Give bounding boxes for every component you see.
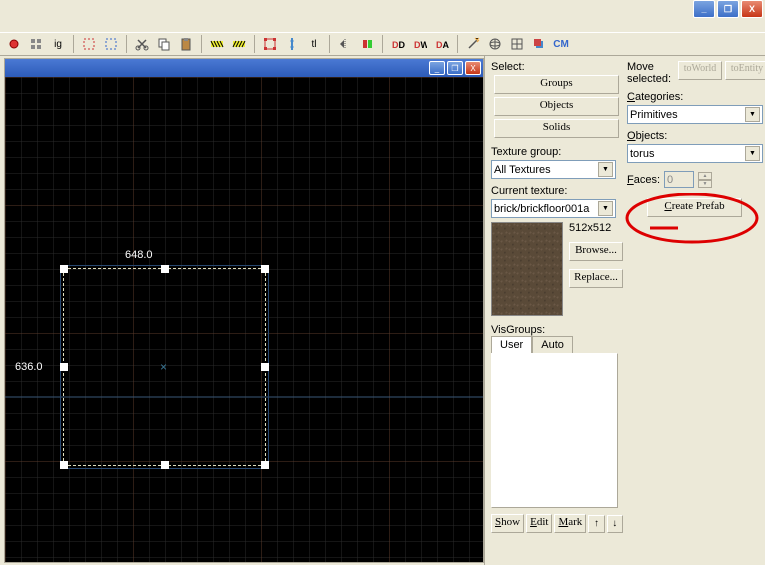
- tab-auto[interactable]: Auto: [532, 336, 573, 353]
- visgroups-tabs: User Auto: [491, 336, 623, 353]
- height-dimension-label: 636.0: [15, 361, 43, 373]
- faces-spinner[interactable]: ▲▼: [698, 172, 712, 188]
- tool-grid-icon[interactable]: [507, 34, 527, 54]
- current-texture-dropdown[interactable]: brick/brickfloor001a ▼: [491, 199, 616, 218]
- center-cross-icon: ×: [160, 360, 167, 374]
- current-texture-label: Current texture:: [491, 185, 623, 197]
- tool-displacement-a-icon[interactable]: DA: [432, 34, 452, 54]
- tool-th-icon[interactable]: [26, 34, 46, 54]
- categories-value: Primitives: [630, 109, 678, 121]
- visgroups-label: VisGroups:: [491, 324, 623, 336]
- browse-texture-button[interactable]: Browse...: [569, 242, 623, 261]
- tool-bound-icon[interactable]: [260, 34, 280, 54]
- move-up-button[interactable]: ↑: [588, 515, 604, 533]
- mark-button[interactable]: Mark: [554, 514, 586, 533]
- faces-label: Faces:: [627, 174, 660, 186]
- create-prefab-button[interactable]: Create Prefab: [647, 198, 742, 217]
- categories-label: Categories:: [627, 91, 765, 103]
- texture-group-dropdown[interactable]: All Textures ▼: [491, 160, 616, 179]
- viewport-titlebar: _ ❐ X: [5, 59, 483, 77]
- tool-copy-icon[interactable]: [154, 34, 174, 54]
- dropdown-arrow-icon: ▼: [598, 201, 613, 216]
- tool-cut-icon[interactable]: [132, 34, 152, 54]
- window-close-button[interactable]: X: [741, 0, 763, 18]
- window-minimize-button[interactable]: _: [693, 0, 715, 18]
- objects-dropdown-label: Objects:: [627, 130, 765, 142]
- objects-dropdown[interactable]: torus ▼: [627, 144, 763, 163]
- objects-value: torus: [630, 148, 654, 160]
- select-label: Select:: [491, 61, 623, 73]
- tool-dashed-blue-icon[interactable]: [101, 34, 121, 54]
- handle-middle-left[interactable]: [60, 363, 68, 371]
- tool-paste-icon[interactable]: [176, 34, 196, 54]
- texture-preview: [491, 222, 563, 316]
- move-selected-label: Moveselected:: [627, 61, 675, 85]
- toentity-button[interactable]: toEntity: [725, 61, 765, 80]
- tool-dashed-select-icon[interactable]: [79, 34, 99, 54]
- handle-bottom-right[interactable]: [261, 461, 269, 469]
- move-down-button[interactable]: ↓: [607, 515, 623, 533]
- menubar-strip: [0, 20, 765, 26]
- tab-user[interactable]: User: [491, 336, 532, 353]
- select-solids-button[interactable]: Solids: [494, 119, 619, 138]
- edit-button[interactable]: Edit: [526, 514, 552, 533]
- handle-bottom-middle[interactable]: [161, 461, 169, 469]
- viewport-close-button[interactable]: X: [465, 61, 481, 75]
- svg-text:DA: DA: [436, 40, 449, 50]
- viewport-canvas[interactable]: × 648.0 636.0: [5, 77, 483, 562]
- dropdown-arrow-icon: ▼: [598, 162, 613, 177]
- viewport-window: _ ❐ X: [4, 58, 484, 563]
- dropdown-arrow-icon: ▼: [745, 107, 760, 122]
- handle-top-middle[interactable]: [161, 265, 169, 273]
- tool-tl-text-icon[interactable]: tl: [304, 34, 324, 54]
- select-groups-button[interactable]: Groups: [494, 75, 619, 94]
- texture-group-value: All Textures: [494, 164, 551, 176]
- tool-caution2-icon[interactable]: [229, 34, 249, 54]
- viewport-maximize-button[interactable]: ❐: [447, 61, 463, 75]
- tool-flip2-icon[interactable]: [357, 34, 377, 54]
- tool-3d-icon[interactable]: [529, 34, 549, 54]
- svg-text:DW: DW: [414, 40, 427, 50]
- width-dimension-label: 648.0: [125, 249, 153, 261]
- handle-bottom-left[interactable]: [60, 461, 68, 469]
- window-restore-button[interactable]: ❐: [717, 0, 739, 18]
- current-texture-value: brick/brickfloor001a: [494, 203, 589, 215]
- tool-cm-text-icon[interactable]: CM: [551, 34, 571, 54]
- viewport-minimize-button[interactable]: _: [429, 61, 445, 75]
- show-button[interactable]: Show: [491, 514, 524, 533]
- categories-dropdown[interactable]: Primitives ▼: [627, 105, 763, 124]
- handle-top-right[interactable]: [261, 265, 269, 273]
- tool-red-dot-icon[interactable]: [4, 34, 24, 54]
- tool-displacement-red-icon[interactable]: DD: [388, 34, 408, 54]
- main-toolbar: ig tl DD DW DA CM: [0, 32, 765, 56]
- dropdown-arrow-icon: ▼: [745, 146, 760, 161]
- visgroups-list[interactable]: [491, 353, 618, 508]
- right-panel: Select: Groups Objects Solids Texture gr…: [484, 56, 765, 565]
- tool-caution1-icon[interactable]: [207, 34, 227, 54]
- viewport-frame: _ ❐ X: [0, 56, 484, 565]
- handle-middle-right[interactable]: [261, 363, 269, 371]
- toworld-button[interactable]: toWorld: [678, 61, 722, 80]
- replace-texture-button[interactable]: Replace...: [569, 269, 623, 288]
- tool-flip1-icon[interactable]: [335, 34, 355, 54]
- svg-text:DD: DD: [392, 40, 405, 50]
- faces-input[interactable]: [664, 171, 694, 188]
- texture-size-label: 512x512: [569, 222, 623, 234]
- tool-ig-text-icon[interactable]: ig: [48, 34, 68, 54]
- tool-globe-icon[interactable]: [485, 34, 505, 54]
- tool-vert-line-icon[interactable]: [282, 34, 302, 54]
- texture-group-label: Texture group:: [491, 146, 623, 158]
- select-objects-button[interactable]: Objects: [494, 97, 619, 116]
- tool-wand-icon[interactable]: [463, 34, 483, 54]
- tool-displacement-w-icon[interactable]: DW: [410, 34, 430, 54]
- handle-top-left[interactable]: [60, 265, 68, 273]
